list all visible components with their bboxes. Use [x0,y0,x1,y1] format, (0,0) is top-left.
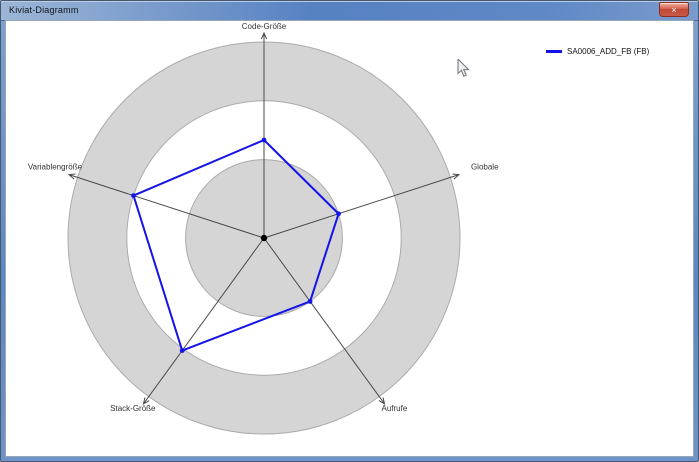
series-vertex [131,193,136,199]
axis-label: Globale [471,163,499,172]
legend-series-label: SA0006_ADD_FB (FB) [567,47,650,56]
legend-series-swatch [546,50,562,53]
mouse-cursor-icon [457,59,470,77]
axis-label: Code-Größe [242,22,287,31]
axis-label: Variablengröße [28,163,83,172]
series-vertex [336,211,341,217]
axis-label: Aufrufe [381,404,407,413]
series-vertex [307,299,313,304]
chart-client-area: Code-Größe Globale Aufrufe Stack-Größe Varia… [5,20,694,457]
series-vertex [261,137,267,143]
legend: SA0006_ADD_FB (FB) [546,47,649,56]
close-button[interactable]: × [659,2,689,17]
chart-center-dot [260,234,268,242]
window-title: Kiviat-Diagramm [9,5,79,15]
title-bar[interactable]: Kiviat-Diagramm × [1,1,698,21]
kiviat-chart: Code-Größe Globale Aufrufe Stack-Größe Varia… [28,22,499,435]
series-vertex [179,348,185,353]
close-icon: × [671,5,677,15]
app-window: Kiviat-Diagramm × Code-Größe Globale Aufru… [0,0,699,462]
axis-label: Stack-Größe [110,404,156,413]
